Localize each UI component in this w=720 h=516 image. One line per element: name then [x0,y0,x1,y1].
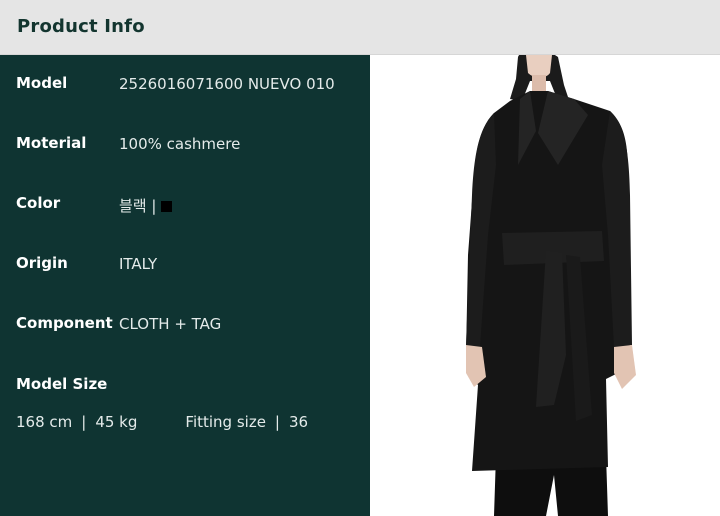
section-header: Product Info [0,0,720,55]
spec-value: ITALY [119,255,158,273]
spec-row-color: Color 블랙 | [16,194,356,218]
model-size-details: 168 cm | 45 kg Fitting size | 36 [16,413,308,431]
spec-value: 2526016071600 NUEVO 010 [119,75,335,93]
separator: | [274,413,280,431]
color-name: 블랙 | [119,197,157,215]
spec-row-material: Moterial 100% cashmere [16,134,356,158]
separator: | [81,413,87,431]
fitting-size-value: 36 [288,413,309,431]
model-height: 168 cm [16,413,73,431]
spec-row-component: Component CLOTH + TAG [16,314,356,338]
fitting-size-label: Fitting size [185,413,266,431]
spec-value: 100% cashmere [119,135,241,153]
section-title: Product Info [17,16,145,37]
spec-value: CLOTH + TAG [119,315,222,333]
spec-value-color: 블랙 | [119,195,173,216]
spec-label: Component [16,314,113,332]
color-swatch [161,201,173,212]
model-in-coat-image [466,55,636,516]
spec-row-origin: Origin ITALY [16,254,356,278]
product-info-panel: Model 2526016071600 NUEVO 010 Moterial 1… [0,55,370,516]
spec-label: Color [16,194,61,212]
product-photo [370,55,720,516]
spec-row-model: Model 2526016071600 NUEVO 010 [16,74,356,98]
model-size-title: Model Size [16,375,108,393]
spec-label: Origin [16,254,68,272]
model-weight: 45 kg [95,413,138,431]
spec-label: Model [16,74,68,92]
spec-label: Moterial [16,134,87,152]
